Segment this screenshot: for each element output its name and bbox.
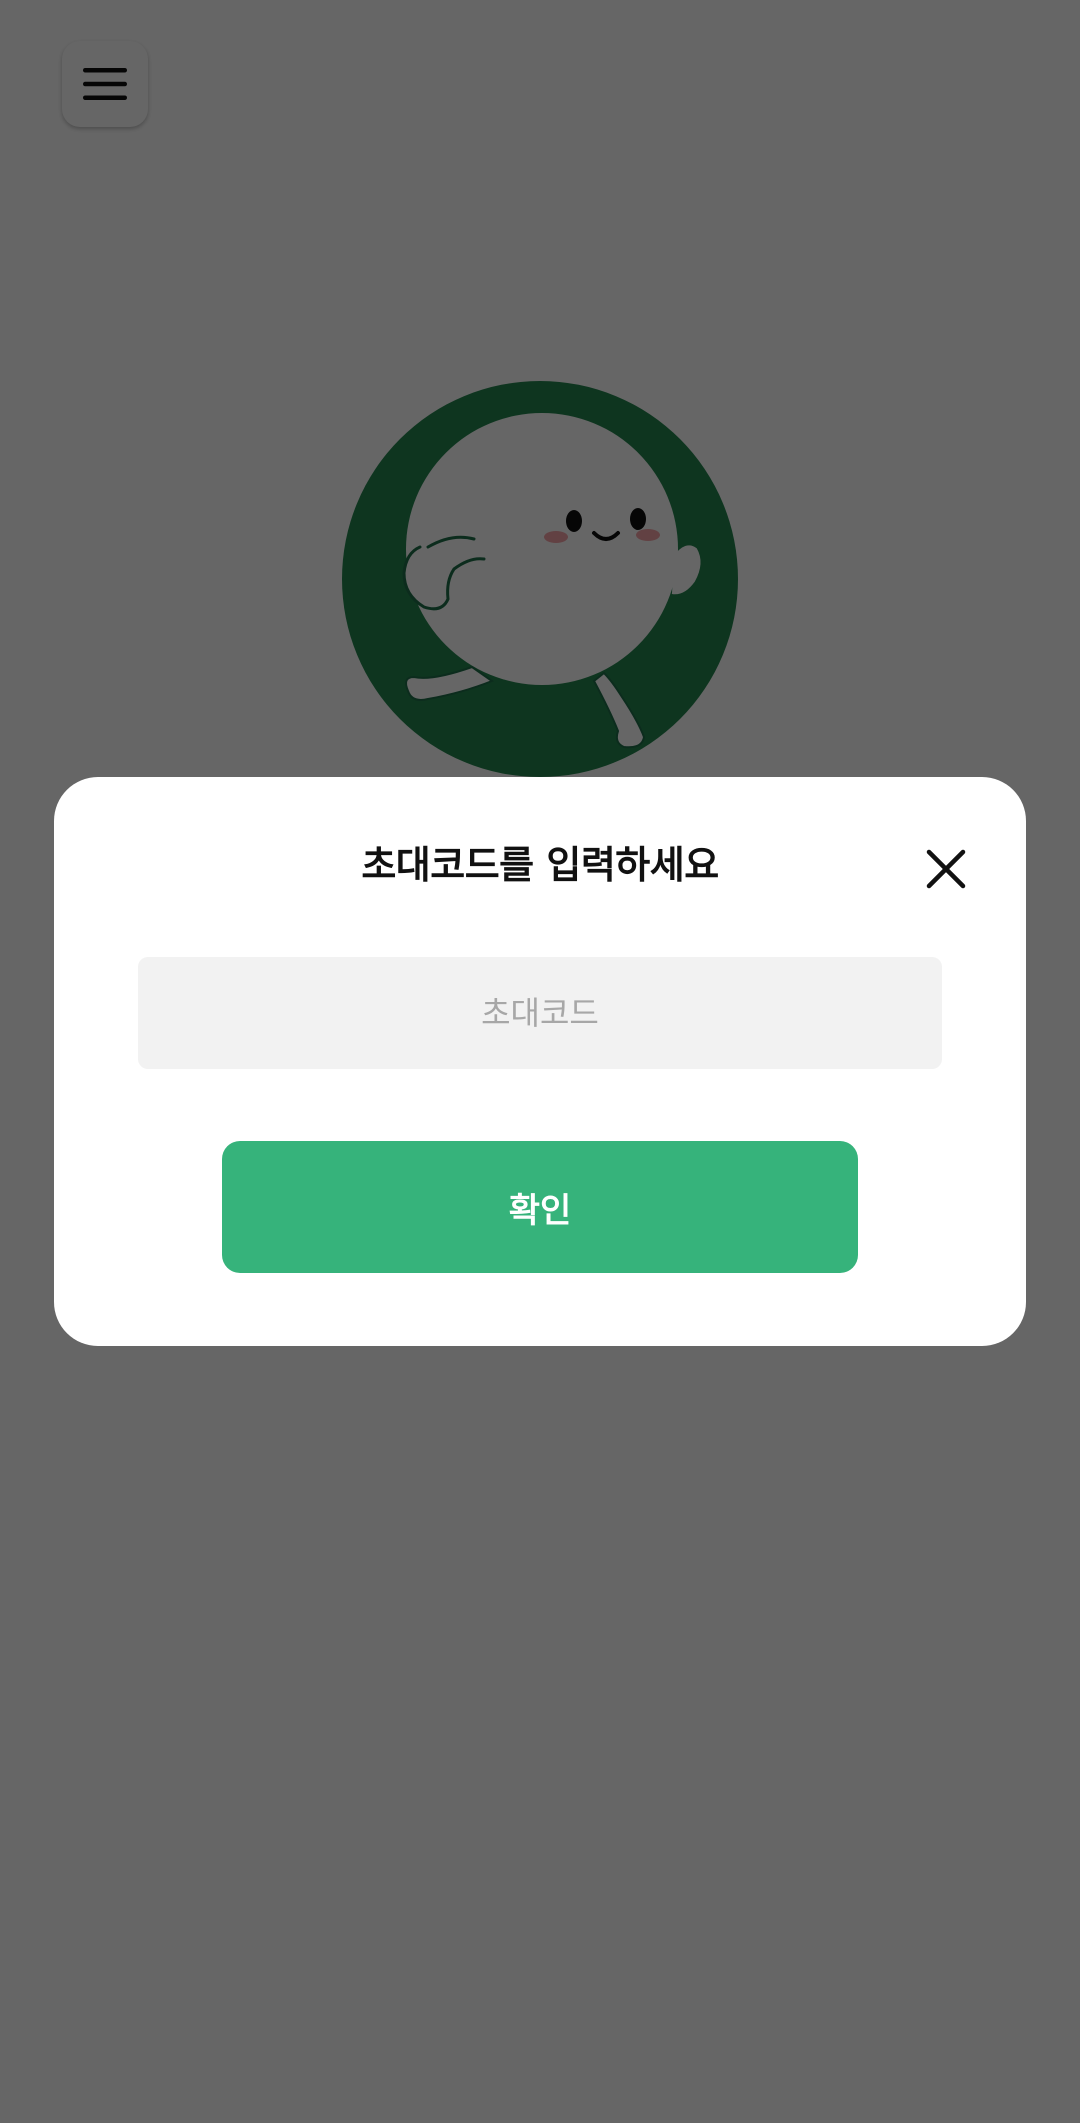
confirm-button[interactable]: 확인 bbox=[222, 1141, 858, 1273]
dialog-title: 초대코드를 입력하세요 bbox=[361, 843, 719, 887]
close-icon bbox=[925, 848, 967, 894]
invite-code-dialog: 초대코드를 입력하세요 확인 bbox=[54, 777, 1026, 1346]
close-button[interactable] bbox=[916, 841, 976, 901]
invite-code-input[interactable] bbox=[138, 957, 942, 1069]
